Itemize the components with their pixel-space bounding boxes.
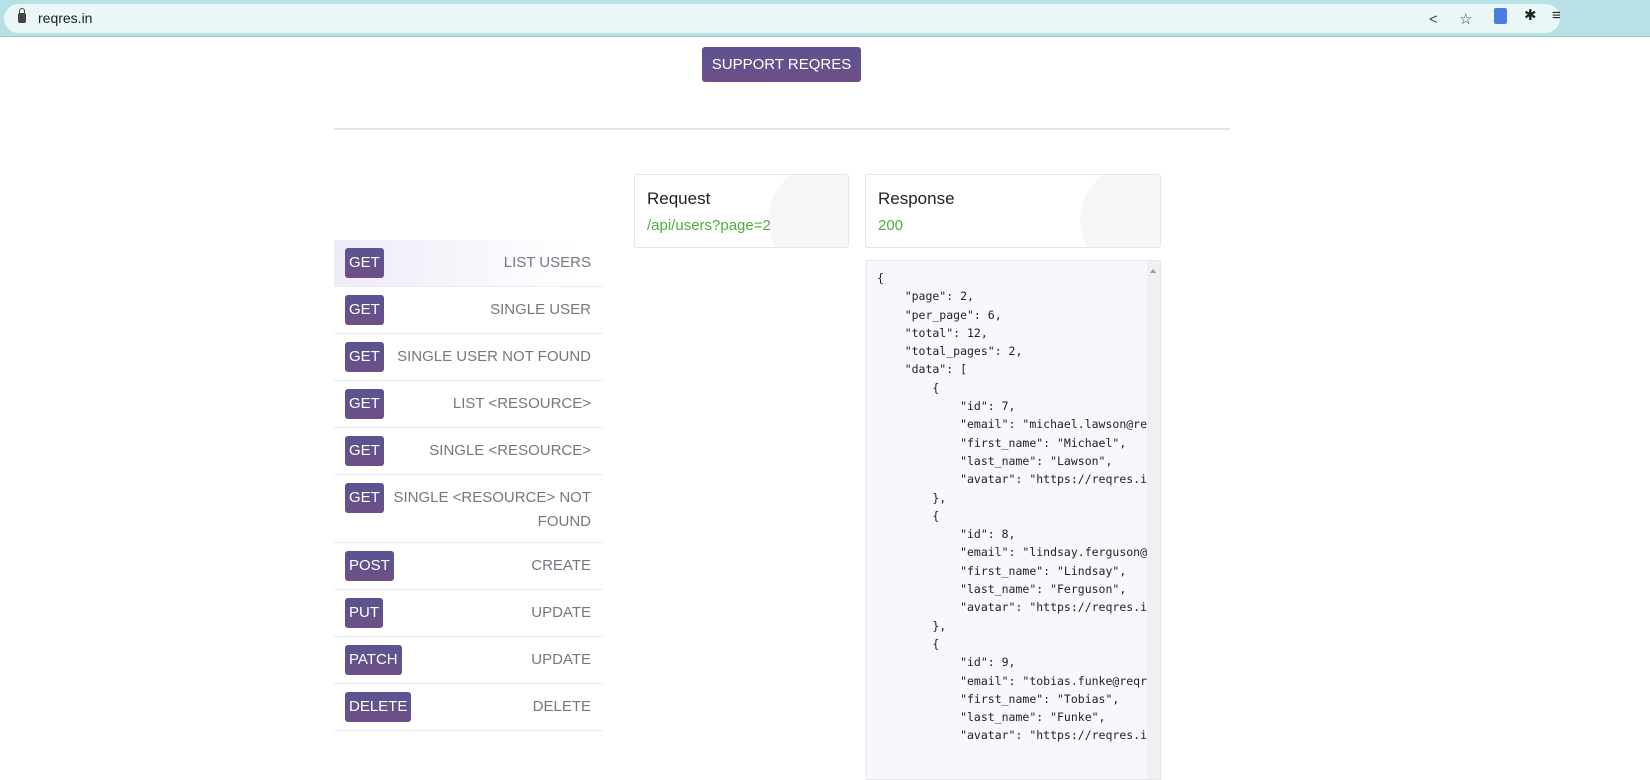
endpoint-item[interactable]: GET SINGLE USER NOT FOUND bbox=[334, 334, 603, 381]
endpoint-label: LIST <RESOURCE> bbox=[452, 395, 591, 412]
extensions-icon[interactable]: ✱ bbox=[1524, 8, 1537, 23]
method-badge: POST bbox=[345, 551, 394, 581]
request-title: Request bbox=[647, 189, 711, 208]
method-badge: DELETE bbox=[345, 692, 412, 722]
method-badge: PATCH bbox=[345, 645, 402, 675]
endpoint-list: GET LIST USERS GET SINGLE USER GET SINGLE USE… bbox=[334, 240, 603, 731]
support-reqres-button[interactable]: SUPPORT REQRES bbox=[702, 47, 861, 82]
method-badge: GET bbox=[345, 295, 384, 325]
endpoint-label: SINGLE <RESOURCE> bbox=[429, 442, 591, 459]
browser-toolbar: reqres.in < ☆ ✱ ≡ bbox=[0, 0, 1650, 37]
endpoint-item[interactable]: GET LIST <RESOURCE> bbox=[334, 381, 603, 428]
endpoint-item[interactable]: POST CREATE bbox=[334, 543, 603, 590]
endpoint-item[interactable]: GET SINGLE USER bbox=[334, 287, 603, 334]
endpoint-item[interactable]: GET SINGLE <RESOURCE> NOT FOUND bbox=[334, 475, 603, 543]
watermark-logo bbox=[768, 175, 848, 247]
endpoint-label: LIST USERS bbox=[503, 254, 591, 271]
endpoint-item[interactable]: GET LIST USERS bbox=[334, 240, 603, 287]
watermark-logo bbox=[1080, 175, 1160, 247]
endpoint-label: UPDATE bbox=[531, 651, 591, 668]
endpoint-item[interactable]: PATCH UPDATE bbox=[334, 637, 603, 684]
media-icon[interactable]: ≡ bbox=[1552, 8, 1561, 23]
endpoint-label: UPDATE bbox=[531, 604, 591, 621]
method-badge: PUT bbox=[345, 598, 383, 628]
endpoint-label: CREATE bbox=[531, 557, 591, 574]
request-card: Request /api/users?page=2 bbox=[634, 174, 849, 248]
response-body: { "page": 2, "per_page": 6, "total": 12,… bbox=[866, 260, 1161, 780]
divider bbox=[334, 128, 1230, 130]
response-card: Response 200 bbox=[865, 174, 1161, 248]
endpoint-label: DELETE bbox=[532, 698, 591, 715]
endpoint-item[interactable]: PUT UPDATE bbox=[334, 590, 603, 637]
response-json: { "page": 2, "per_page": 6, "total": 12,… bbox=[877, 271, 1161, 743]
address-bar[interactable]: reqres.in < ☆ bbox=[4, 4, 1560, 33]
endpoint-label: SINGLE USER bbox=[490, 301, 591, 318]
endpoint-item[interactable]: GET SINGLE <RESOURCE> bbox=[334, 428, 603, 475]
method-badge: GET bbox=[345, 389, 384, 419]
response-status: 200 bbox=[878, 217, 904, 234]
method-badge: GET bbox=[345, 483, 384, 513]
translate-icon[interactable] bbox=[1494, 8, 1507, 24]
method-badge: GET bbox=[345, 342, 384, 372]
endpoint-item[interactable]: DELETE DELETE bbox=[334, 684, 603, 731]
star-icon[interactable]: ☆ bbox=[1459, 12, 1472, 27]
method-badge: GET bbox=[345, 436, 384, 466]
endpoint-label: SINGLE <RESOURCE> NOT FOUND bbox=[393, 489, 591, 530]
share-icon[interactable]: < bbox=[1429, 12, 1438, 27]
url-text[interactable]: reqres.in bbox=[38, 10, 92, 26]
response-title: Response bbox=[878, 189, 955, 208]
method-badge: GET bbox=[345, 248, 384, 278]
endpoint-label: SINGLE USER NOT FOUND bbox=[397, 348, 591, 365]
scrollbar[interactable] bbox=[1147, 261, 1160, 779]
lock-icon bbox=[18, 8, 26, 23]
request-url[interactable]: /api/users?page=2 bbox=[647, 217, 836, 234]
